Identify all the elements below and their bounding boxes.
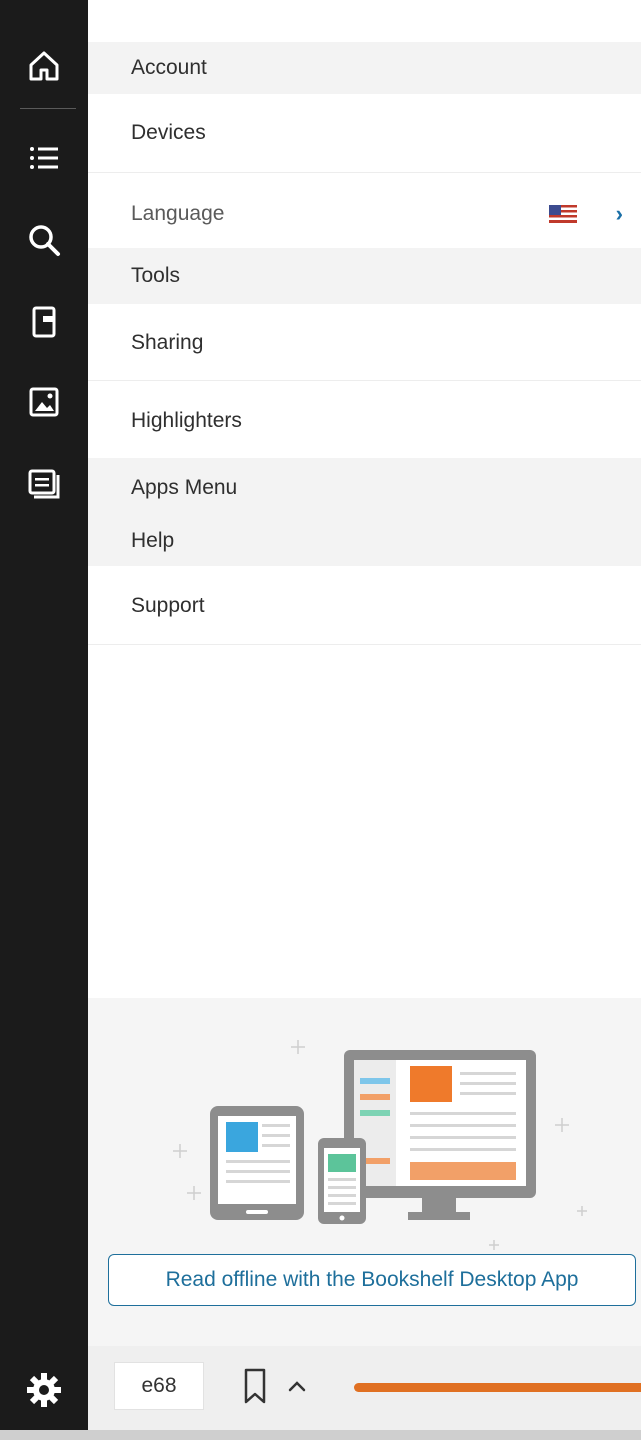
page-number-input[interactable]: e68 bbox=[114, 1362, 204, 1410]
search-icon[interactable] bbox=[22, 218, 66, 262]
menu-item-label: Apps Menu bbox=[131, 476, 238, 499]
menu-item-account[interactable]: Account bbox=[88, 42, 641, 94]
divider bbox=[88, 644, 641, 645]
menu-item-tools[interactable]: Tools bbox=[88, 248, 641, 304]
home-icon[interactable] bbox=[22, 44, 66, 88]
menu-item-label: Devices bbox=[131, 121, 206, 144]
divider bbox=[88, 380, 641, 381]
devices-illustration bbox=[173, 1040, 587, 1250]
read-offline-button[interactable]: Read offline with the Bookshelf Desktop … bbox=[108, 1254, 636, 1306]
window-bottom-edge bbox=[0, 1430, 641, 1440]
image-gallery-icon[interactable] bbox=[22, 380, 66, 424]
menu-item-highlighters[interactable]: Highlighters bbox=[88, 390, 641, 452]
chevron-up-icon[interactable] bbox=[284, 1370, 310, 1402]
menu-item-help[interactable]: Help bbox=[88, 516, 641, 566]
left-navigation-rail bbox=[0, 0, 88, 1440]
menu-item-apps-menu[interactable]: Apps Menu bbox=[88, 462, 641, 514]
menu-item-sharing[interactable]: Sharing bbox=[88, 314, 641, 372]
reading-progress-bar[interactable] bbox=[354, 1383, 641, 1392]
menu-item-devices[interactable]: Devices bbox=[88, 104, 641, 162]
rail-divider bbox=[20, 108, 76, 109]
divider bbox=[88, 172, 641, 173]
bookmark-icon[interactable] bbox=[240, 1366, 270, 1406]
desktop-app-promo: Read offline with the Bookshelf Desktop … bbox=[88, 998, 641, 1346]
menu-item-language[interactable]: Language › bbox=[88, 184, 641, 244]
notes-icon[interactable] bbox=[22, 462, 66, 506]
chevron-right-icon: › bbox=[615, 201, 623, 226]
menu-item-label: Tools bbox=[131, 264, 181, 287]
us-flag-icon bbox=[549, 205, 577, 223]
menu-item-label: Help bbox=[131, 529, 175, 552]
menu-item-label: Language bbox=[131, 202, 225, 225]
menu-item-label: Highlighters bbox=[131, 409, 242, 432]
menu-item-label: Account bbox=[131, 56, 207, 79]
settings-button[interactable] bbox=[0, 1346, 88, 1440]
reader-bottom-bar: e68 bbox=[88, 1346, 641, 1440]
menu-item-label: Support bbox=[131, 594, 205, 617]
settings-icon[interactable] bbox=[22, 1368, 66, 1412]
table-of-contents-icon[interactable] bbox=[22, 136, 66, 180]
menu-item-support[interactable]: Support bbox=[88, 576, 641, 636]
menu-item-label: Sharing bbox=[131, 331, 204, 354]
bookmark-pages-icon[interactable] bbox=[22, 300, 66, 344]
